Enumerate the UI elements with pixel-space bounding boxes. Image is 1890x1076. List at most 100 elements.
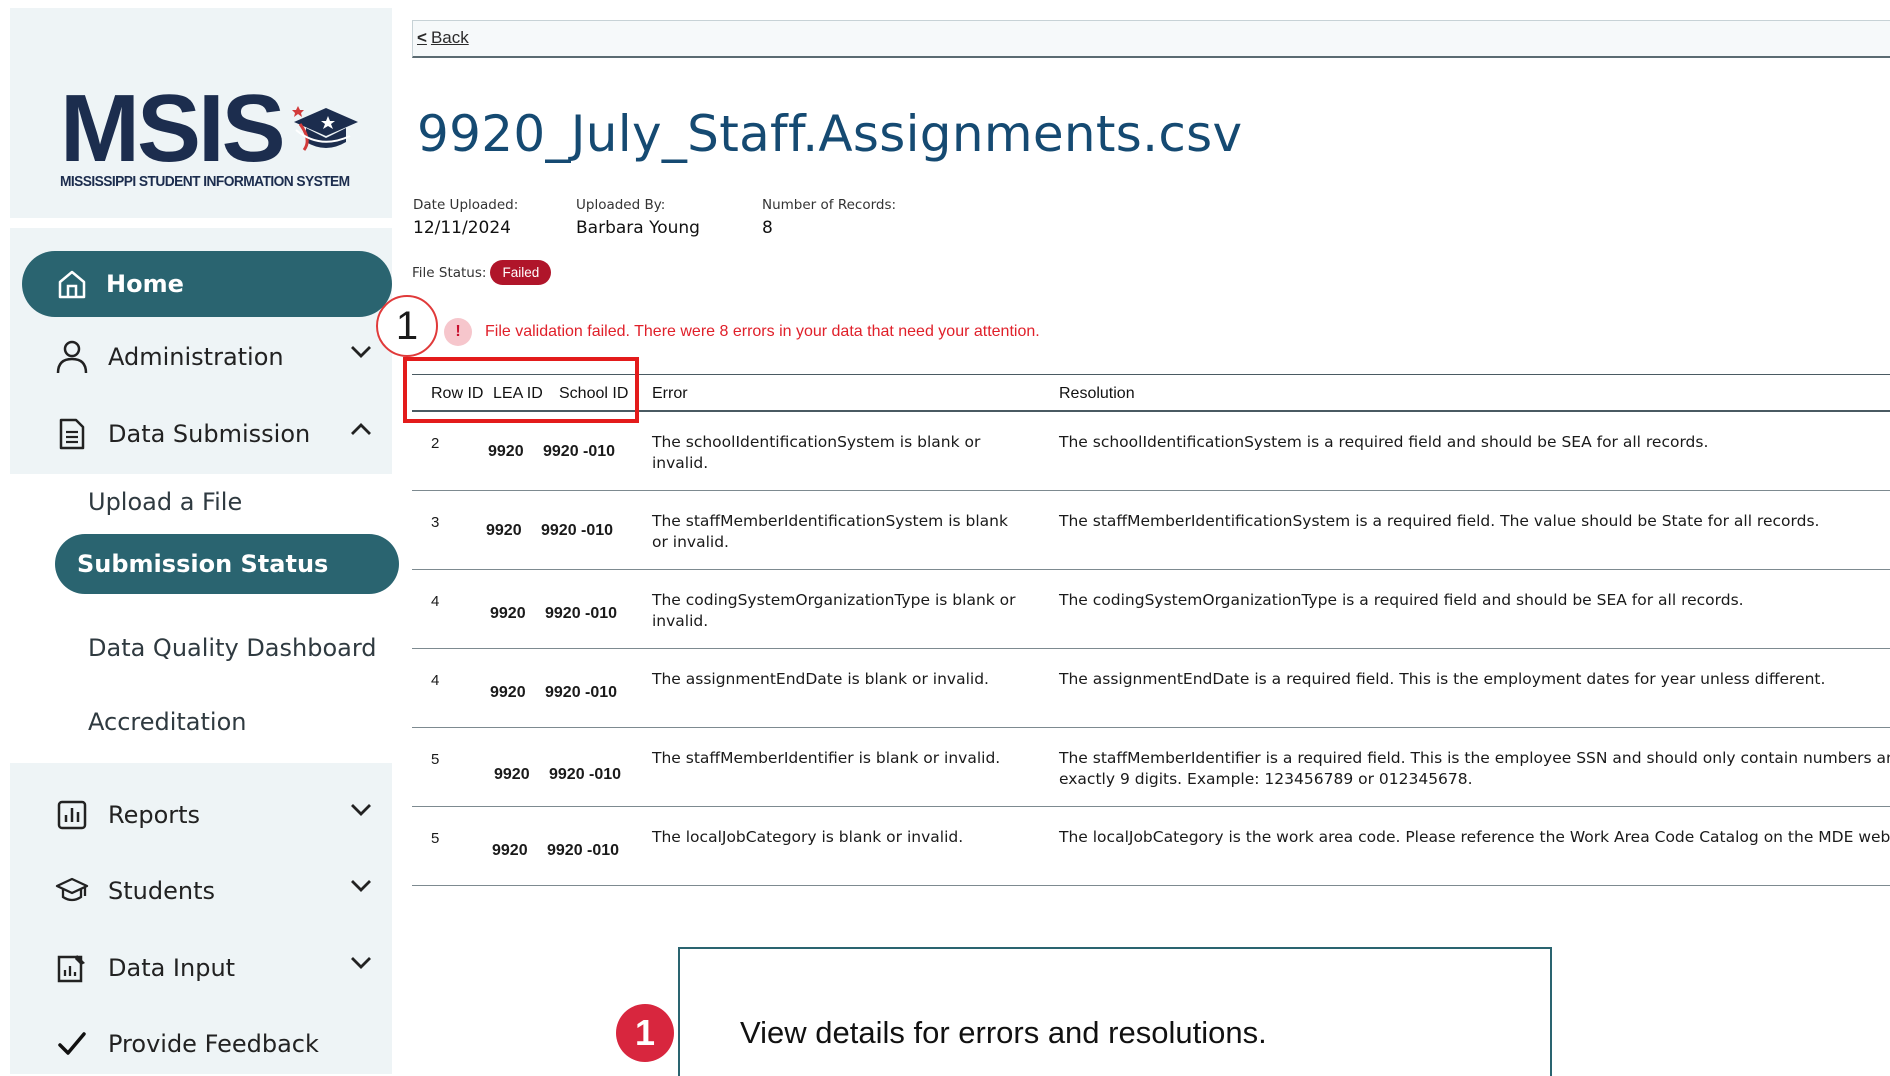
highlight-box — [403, 357, 639, 423]
school-id-cell: 9920 -010 — [547, 842, 620, 859]
lea-id-cell: 9920 — [494, 766, 530, 783]
graduation-cap-icon — [55, 877, 89, 902]
number-of-records: Number of Records: 8 — [762, 197, 896, 238]
nav-data-submission-label: Data Submission — [108, 420, 311, 448]
user-icon — [56, 340, 88, 374]
step-badge: 1 — [616, 1004, 674, 1062]
resolution-line: The staffMemberIdentificationSystem is a… — [1059, 512, 1820, 530]
error-line: The assignmentEndDate is blank or invali… — [652, 670, 989, 688]
error-line: or invalid. — [652, 533, 729, 551]
col-error: Error — [652, 385, 688, 402]
status-badge: Failed — [490, 260, 552, 285]
data-input-icon — [57, 955, 85, 983]
row-id-cell: 4 — [431, 593, 440, 610]
chevron-down-icon — [351, 880, 371, 892]
nav-provide-feedback[interactable]: Provide Feedback — [52, 1019, 382, 1069]
errors-table: Row ID LEA ID School ID Error Resolution… — [412, 374, 1890, 886]
bar-chart-icon — [57, 800, 87, 830]
sidebar: MSIS MISSISSIPPI STUDENT INFORMATION SYS… — [10, 8, 399, 1074]
lea-id-cell: 9920 — [492, 842, 528, 859]
row-id-cell: 5 — [431, 751, 440, 768]
resolution-cell: The staffMemberIdentifier is a required … — [1059, 748, 1890, 790]
nav-home-label: Home — [106, 270, 184, 298]
resolution-line: exactly 9 digits. Example: 123456789 or … — [1059, 770, 1473, 788]
nav-data-input[interactable]: Data Input — [52, 943, 382, 993]
nav-administration-label: Administration — [108, 343, 284, 371]
records-value: 8 — [762, 218, 773, 238]
records-label: Number of Records: — [762, 197, 897, 213]
error-line: The schoolIdentificationSystem is blank … — [652, 433, 981, 451]
nav-administration[interactable]: Administration — [52, 332, 382, 382]
error-line: The localJobCategory is blank or invalid… — [652, 828, 964, 846]
home-icon — [58, 270, 86, 299]
error-cell: The localJobCategory is blank or invalid… — [652, 827, 963, 848]
chevron-left-icon: < — [417, 28, 427, 47]
school-id-cell: 9920 -010 — [545, 684, 618, 701]
uploaded-by-label: Uploaded By: — [576, 197, 666, 213]
school-id-cell: 9920 -010 — [541, 522, 614, 539]
file-status-label: File Status: — [412, 264, 487, 281]
table-row: 2 9920 9920 -010 The schoolIdentificatio… — [412, 412, 1890, 491]
error-alert: ! File validation failed. There were 8 e… — [444, 318, 1040, 346]
nav-data-submission[interactable]: Data Submission — [52, 409, 382, 459]
lea-id-cell: 9920 — [486, 522, 522, 539]
uploaded-by: Uploaded By: Barbara Young — [576, 197, 700, 238]
back-link[interactable]: < Back — [417, 28, 469, 48]
callout-number: 1 — [376, 295, 438, 357]
table-row: 5 9920 9920 -010 The localJobCategory is… — [412, 807, 1890, 886]
chevron-down-icon — [351, 346, 371, 358]
page-title: 9920_July_Staff.Assignments.csv — [417, 105, 1243, 163]
uploaded-by-value: Barbara Young — [576, 218, 700, 238]
resolution-line: The localJobCategory is the work area co… — [1059, 828, 1890, 846]
nav-submission-status-label: Submission Status — [77, 550, 329, 578]
resolution-line: The codingSystemOrganizationType is a re… — [1059, 591, 1744, 609]
resolution-cell: The codingSystemOrganizationType is a re… — [1059, 590, 1744, 611]
checkmark-icon — [58, 1032, 86, 1055]
row-id-cell: 4 — [431, 672, 440, 689]
alert-icon: ! — [444, 318, 472, 346]
document-icon — [59, 418, 85, 450]
resolution-cell: The staffMemberIdentificationSystem is a… — [1059, 511, 1819, 532]
error-cell: The staffMemberIdentificationSystem is b… — [652, 511, 1008, 553]
table-row: 4 9920 9920 -010 The assignmentEndDate i… — [412, 649, 1890, 728]
col-resolution: Resolution — [1059, 385, 1135, 402]
resolution-line: The staffMemberIdentifier is a required … — [1059, 749, 1890, 767]
tooltip-text: View details for errors and resolutions. — [740, 1015, 1267, 1050]
row-id-cell: 3 — [431, 514, 440, 531]
error-line: invalid. — [652, 612, 709, 630]
error-line: The codingSystemOrganizationType is blan… — [652, 591, 1016, 609]
nav-reports[interactable]: Reports — [52, 790, 382, 840]
lea-id-cell: 9920 — [490, 605, 526, 622]
table-row: 4 9920 9920 -010 The codingSystemOrganiz… — [412, 570, 1890, 649]
nav-home[interactable]: Home — [22, 251, 392, 317]
school-id-cell: 9920 -010 — [545, 605, 618, 622]
error-line: The staffMemberIdentificationSystem is b… — [652, 512, 1008, 530]
nav-students[interactable]: Students — [52, 866, 382, 916]
back-label: Back — [430, 28, 469, 47]
error-cell: The staffMemberIdentifier is blank or in… — [652, 748, 1000, 769]
nav-accreditation[interactable]: Accreditation — [88, 708, 246, 736]
error-cell: The codingSystemOrganizationType is blan… — [652, 590, 1016, 632]
lea-id-cell: 9920 — [490, 684, 526, 701]
nav-data-input-label: Data Input — [108, 954, 236, 982]
nav-data-quality-dashboard[interactable]: Data Quality Dashboard — [88, 634, 377, 662]
table-row: 5 9920 9920 -010 The staffMemberIdentifi… — [412, 728, 1890, 807]
chevron-down-icon — [351, 957, 371, 969]
error-cell: The assignmentEndDate is blank or invali… — [652, 669, 989, 690]
error-line: The staffMemberIdentifier is blank or in… — [652, 749, 1001, 767]
resolution-line: The schoolIdentificationSystem is a requ… — [1059, 433, 1709, 451]
row-id-cell: 2 — [431, 435, 440, 452]
error-cell: The schoolIdentificationSystem is blank … — [652, 432, 980, 474]
graduation-cap-icon — [292, 106, 358, 151]
file-status: File Status: Failed — [412, 260, 552, 285]
resolution-cell: The assignmentEndDate is a required fiel… — [1059, 669, 1825, 690]
nav-students-label: Students — [108, 877, 215, 905]
table-row: 3 9920 9920 -010 The staffMemberIdentifi… — [412, 491, 1890, 570]
chevron-up-icon — [351, 423, 371, 435]
error-line: invalid. — [652, 454, 709, 472]
nav-submission-status[interactable]: Submission Status — [55, 534, 399, 594]
logo-subtitle: MISSISSIPPI STUDENT INFORMATION SYSTEM — [60, 174, 350, 190]
resolution-cell: The localJobCategory is the work area co… — [1059, 827, 1890, 848]
nav-upload-file[interactable]: Upload a File — [88, 488, 242, 516]
date-uploaded-value: 12/11/2024 — [413, 218, 511, 238]
